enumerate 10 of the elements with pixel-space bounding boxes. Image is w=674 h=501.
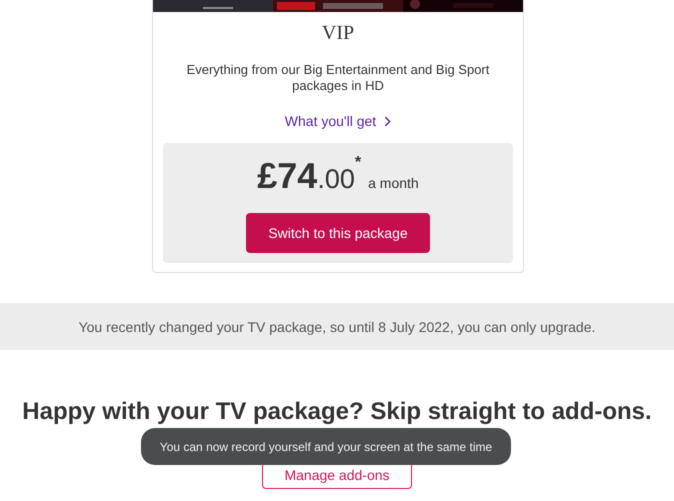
price: £74.00$^{*}$ — [257, 155, 362, 197]
recording-toast: You can now record yourself and your screen at the same time — [141, 428, 511, 465]
details-link[interactable]: What you'll get — [284, 113, 392, 129]
price-period: a month — [368, 175, 419, 191]
chevron-icon — [384, 116, 392, 126]
addons-heading: Happy with your TV package? Skip straight to add-ons. — [22, 398, 652, 426]
notice-text: You recently changed your TV package, so until 8 July 2022, you can only upgrade. — [78, 318, 596, 334]
switch-package-button[interactable]: Switch to this package — [246, 213, 430, 253]
package-description: Everything from our Big Entertainment and Big Sport packages in HD — [186, 62, 490, 94]
package-title: VIP — [322, 22, 354, 45]
